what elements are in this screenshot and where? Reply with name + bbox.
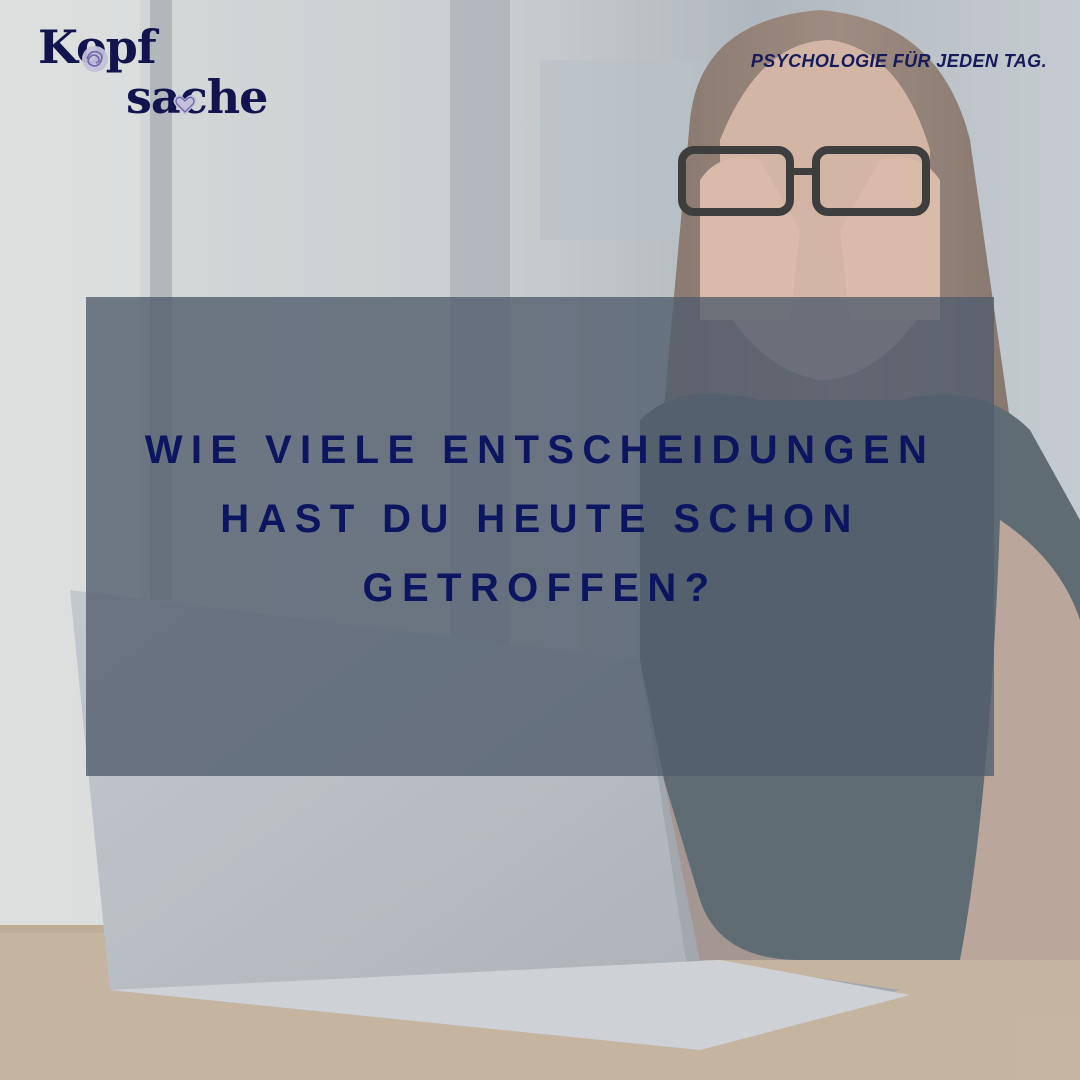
headline-line-3: GETROFFEN?: [362, 565, 718, 610]
scribble-circle-icon: [82, 46, 108, 72]
headline-question: WIE VIELE ENTSCHEIDUNGEN HAST DU HEUTE S…: [86, 416, 994, 622]
headline-line-2: HAST DU HEUTE SCHON: [220, 496, 860, 541]
post-canvas: Kopf sache PSYCHOLOGIE FÜR JEDEN TAG. WI…: [0, 0, 1080, 1080]
heart-icon: [173, 95, 197, 115]
tagline: PSYCHOLOGIE FÜR JEDEN TAG.: [750, 51, 1047, 71]
kopfsache-logo: Kopf sache: [38, 22, 278, 122]
headline-line-1: WIE VIELE ENTSCHEIDUNGEN: [144, 428, 936, 472]
